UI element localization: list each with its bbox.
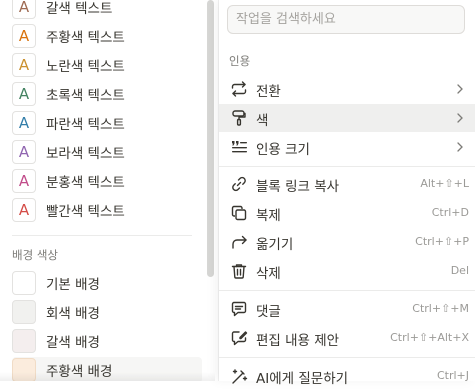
keyboard-shortcut: Del <box>450 264 469 277</box>
color-label: 갈색 텍스트 <box>46 1 113 17</box>
chevron-right-icon <box>457 113 463 123</box>
menu-item-label: 편집 내용 제안 <box>256 333 340 349</box>
color-label: 주황색 텍스트 <box>46 30 125 46</box>
chevron-right-icon <box>457 84 463 94</box>
turn-into-icon <box>230 80 248 98</box>
ai-icon <box>230 367 248 385</box>
menu-item-color[interactable]: 색 <box>219 104 475 132</box>
keyboard-shortcut: Ctrl+J <box>436 369 469 382</box>
background-color-swatch <box>12 271 36 295</box>
background-color-swatch <box>12 300 36 324</box>
text-color-orange[interactable]: A 주황색 텍스트 <box>12 23 202 49</box>
menu-item-comment[interactable]: 댓글 Ctrl+⇧+M <box>219 295 475 323</box>
menu-item-turn-into[interactable]: 전환 <box>219 75 475 103</box>
keyboard-shortcut: Ctrl+⇧+Alt+X <box>390 331 469 344</box>
text-color-swatch: A <box>12 0 36 19</box>
link-icon <box>230 175 248 193</box>
background-color-swatch <box>12 329 36 353</box>
menu-item-label: 삭제 <box>256 266 281 282</box>
quote-size-icon <box>230 138 248 156</box>
color-label: 회색 배경 <box>46 306 100 322</box>
divider <box>219 357 475 358</box>
menu-item-label: 옮기기 <box>256 237 294 253</box>
scroll-fade <box>0 372 215 381</box>
color-label: 분홍색 텍스트 <box>46 175 125 191</box>
keyboard-shortcut: Ctrl+D <box>431 206 469 219</box>
menu-item-quote-size[interactable]: 인용 크기 <box>219 133 475 161</box>
menu-section-label: 인용 <box>229 54 251 68</box>
menu-item-move-to[interactable]: 옮기기 Ctrl+⇧+P <box>219 228 475 256</box>
menu-item-delete[interactable]: 삭제 Del <box>219 257 475 285</box>
color-label: 파란색 텍스트 <box>46 117 125 133</box>
keyboard-shortcut: Ctrl+⇧+M <box>412 302 469 315</box>
text-color-swatch: A <box>12 169 36 193</box>
menu-item-label: 색 <box>256 113 269 129</box>
block-action-menu: 인용 전환 색 <box>219 0 475 387</box>
color-label: 보라색 텍스트 <box>46 146 125 162</box>
background-color-default[interactable]: 기본 배경 <box>12 270 202 296</box>
text-color-swatch: A <box>12 111 36 135</box>
text-color-brown[interactable]: A 갈색 텍스트 <box>12 0 202 20</box>
menu-item-copy-link[interactable]: 블록 링크 복사 Alt+⇧+L <box>219 170 475 198</box>
text-color-yellow[interactable]: A 노란색 텍스트 <box>12 52 202 78</box>
menu-item-label: 댓글 <box>256 304 281 320</box>
divider <box>219 166 475 167</box>
comment-icon <box>230 300 248 318</box>
text-color-purple[interactable]: A 보라색 텍스트 <box>12 139 202 165</box>
background-color-brown[interactable]: 갈색 배경 <box>12 328 202 354</box>
keyboard-shortcut: Alt+⇧+L <box>420 177 469 190</box>
divider <box>12 235 192 236</box>
menu-item-duplicate[interactable]: 복제 Ctrl+D <box>219 199 475 227</box>
menu-item-label: 블록 링크 복사 <box>256 179 340 195</box>
menu-item-label: AI에게 질문하기 <box>256 371 349 387</box>
background-section-label: 배경 색상 <box>12 248 58 262</box>
text-color-pink[interactable]: A 분홍색 텍스트 <box>12 168 202 194</box>
color-label: 갈색 배경 <box>46 335 100 351</box>
color-label: 노란색 텍스트 <box>46 59 125 75</box>
color-submenu: A 갈색 텍스트 A 주황색 텍스트 A 노란색 텍스트 A 초록색 텍스트 A… <box>0 0 215 381</box>
menu-item-suggest-edits[interactable]: 편집 내용 제안 Ctrl+⇧+Alt+X <box>219 324 475 352</box>
text-color-green[interactable]: A 초록색 텍스트 <box>12 81 202 107</box>
chevron-right-icon <box>457 142 463 152</box>
text-color-swatch: A <box>12 24 36 48</box>
menu-item-label: 전환 <box>256 84 281 100</box>
duplicate-icon <box>230 204 248 222</box>
color-label: 빨간색 텍스트 <box>46 204 125 220</box>
text-color-red[interactable]: A 빨간색 텍스트 <box>12 197 202 223</box>
scrollbar-thumb[interactable] <box>207 0 214 277</box>
background-color-gray[interactable]: 회색 배경 <box>12 299 202 325</box>
text-color-swatch: A <box>12 53 36 77</box>
text-color-swatch: A <box>12 82 36 106</box>
color-label: 기본 배경 <box>46 277 100 293</box>
color-label: 초록색 텍스트 <box>46 88 125 104</box>
move-arrow-icon <box>230 233 248 251</box>
text-color-swatch: A <box>12 198 36 222</box>
menu-item-label: 복제 <box>256 208 281 224</box>
text-color-swatch: A <box>12 140 36 164</box>
menu-item-ask-ai[interactable]: AI에게 질문하기 Ctrl+J <box>219 362 475 390</box>
paint-roller-icon <box>230 109 248 127</box>
trash-icon <box>230 262 248 280</box>
suggest-edit-icon <box>230 329 248 347</box>
divider <box>219 290 475 291</box>
menu-item-label: 인용 크기 <box>256 142 310 158</box>
keyboard-shortcut: Ctrl+⇧+P <box>415 235 469 248</box>
text-color-blue[interactable]: A 파란색 텍스트 <box>12 110 202 136</box>
search-actions-input[interactable] <box>227 5 465 34</box>
